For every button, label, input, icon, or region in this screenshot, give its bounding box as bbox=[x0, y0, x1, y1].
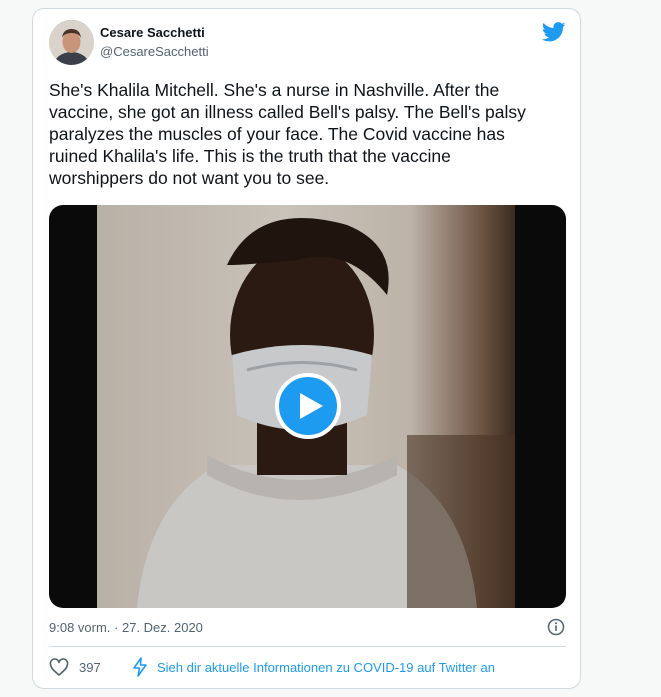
lightning-icon bbox=[133, 657, 147, 677]
play-icon bbox=[299, 393, 323, 419]
twitter-bird-icon[interactable] bbox=[542, 22, 566, 42]
like-count[interactable]: 397 bbox=[79, 660, 101, 675]
tweet-card: Cesare Sacchetti @CesareSacchetti She's … bbox=[32, 8, 581, 689]
tweet-text: She's Khalila Mitchell. She's a nurse in… bbox=[49, 80, 526, 188]
info-icon[interactable] bbox=[547, 618, 565, 636]
author-handle[interactable]: @CesareSacchetti bbox=[100, 44, 209, 59]
play-button[interactable] bbox=[275, 373, 341, 439]
author-name[interactable]: Cesare Sacchetti bbox=[100, 25, 205, 40]
covid-info-link[interactable]: Sieh dir aktuelle Informationen zu COVID… bbox=[157, 660, 495, 675]
divider bbox=[49, 646, 566, 647]
avatar[interactable] bbox=[49, 20, 94, 65]
tweet-timestamp[interactable]: 9:08 vorm. · 27. Dez. 2020 bbox=[49, 620, 203, 635]
video-player[interactable] bbox=[49, 205, 566, 608]
heart-icon[interactable] bbox=[49, 658, 69, 677]
